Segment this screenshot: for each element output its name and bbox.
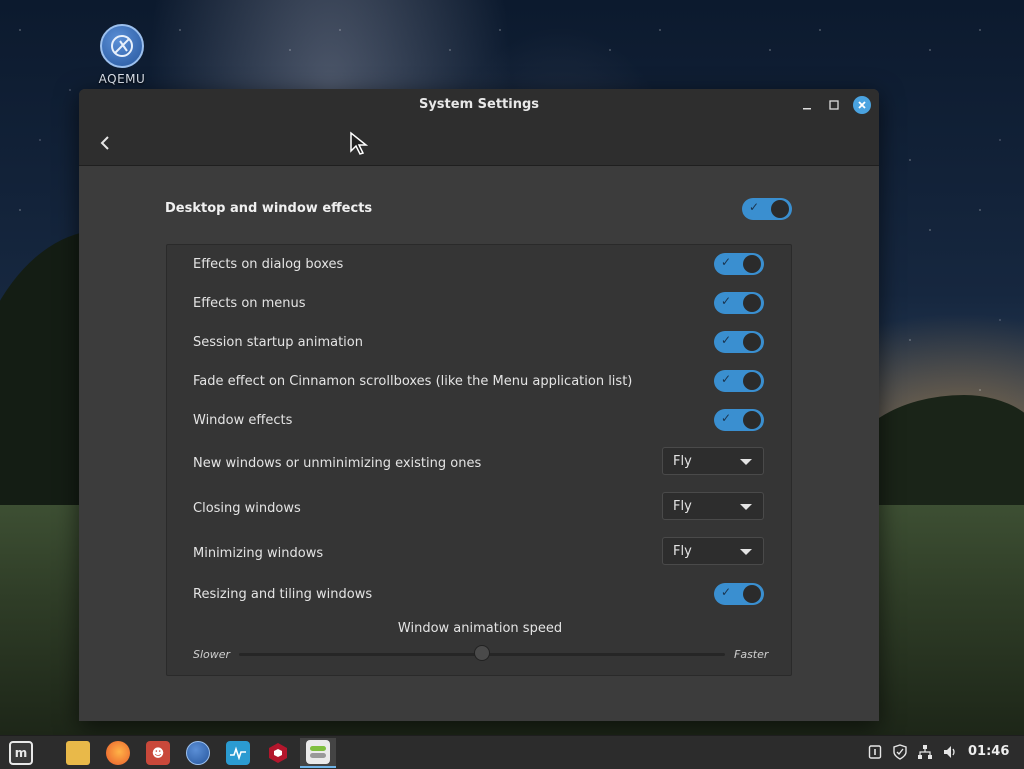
setting-label: Minimizing windows bbox=[193, 546, 324, 561]
back-button[interactable] bbox=[93, 131, 117, 155]
mouse-pointer-icon bbox=[350, 131, 369, 155]
close-icon bbox=[858, 101, 866, 109]
setting-label: Session startup animation bbox=[193, 335, 363, 350]
taskbar-app-firefox[interactable] bbox=[102, 738, 134, 768]
toggle-knob bbox=[743, 411, 761, 429]
toggle-knob bbox=[743, 585, 761, 603]
resize-tiling-toggle[interactable]: ✓ bbox=[714, 583, 764, 605]
chevron-left-icon bbox=[100, 136, 109, 150]
dropdown-arrow-icon bbox=[740, 549, 752, 555]
aqemu-icon bbox=[186, 741, 210, 765]
toggle-knob bbox=[743, 255, 761, 273]
taskbar: m ☻ 01:46 bbox=[0, 735, 1024, 769]
toggle-knob bbox=[771, 200, 789, 218]
minimize-button[interactable] bbox=[798, 96, 816, 114]
fade-scrollboxes-toggle[interactable]: ✓ bbox=[714, 370, 764, 392]
files-icon bbox=[66, 741, 90, 765]
slider-min-label: Slower bbox=[193, 648, 231, 661]
maximize-button[interactable] bbox=[825, 96, 843, 114]
setting-label: Window effects bbox=[193, 413, 293, 428]
taskbar-app-files[interactable] bbox=[62, 738, 94, 768]
setting-label: Effects on dialog boxes bbox=[193, 257, 344, 272]
check-icon: ✓ bbox=[721, 411, 732, 425]
headerbar bbox=[79, 121, 879, 166]
taskbar-app-gimp[interactable]: ☻ bbox=[142, 738, 174, 768]
minimize-icon bbox=[803, 108, 811, 110]
system-settings-window: System Settings Desktop and window effec… bbox=[79, 89, 879, 721]
startup-animation-toggle[interactable]: ✓ bbox=[714, 331, 764, 353]
taskbar-app-red-hexagon[interactable] bbox=[262, 738, 294, 768]
dropdown-value: Fly bbox=[673, 544, 692, 559]
system-monitor-icon bbox=[226, 741, 250, 765]
minimizing-windows-dropdown[interactable]: Fly bbox=[662, 537, 764, 565]
desktop-icon-aqemu[interactable]: AQEMU bbox=[92, 24, 152, 86]
setting-label: Resizing and tiling windows bbox=[193, 587, 373, 602]
desktop-effects-label: Desktop and window effects bbox=[165, 201, 373, 216]
volume-icon[interactable] bbox=[940, 742, 960, 762]
desktop-effects-toggle[interactable]: ✓ bbox=[742, 198, 792, 220]
toggle-knob bbox=[743, 294, 761, 312]
check-icon: ✓ bbox=[749, 200, 760, 214]
window-title: System Settings bbox=[418, 97, 540, 112]
setting-label: Closing windows bbox=[193, 501, 301, 516]
setting-label: Fade effect on Cinnamon scrollboxes (lik… bbox=[193, 374, 633, 389]
taskbar-app-menu[interactable]: m bbox=[5, 738, 37, 768]
taskbar-app-system-monitor[interactable] bbox=[222, 738, 254, 768]
toggle-knob bbox=[743, 333, 761, 351]
taskbar-app-system-settings[interactable] bbox=[300, 738, 336, 768]
dropdown-value: Fly bbox=[673, 454, 692, 469]
desktop-icon-label: AQEMU bbox=[98, 72, 146, 86]
slider-max-label: Faster bbox=[734, 648, 769, 661]
desktop-effects-row: Desktop and window effects ✓ bbox=[165, 195, 793, 223]
animation-speed-title: Window animation speed bbox=[397, 621, 563, 636]
system-settings-icon bbox=[306, 740, 330, 764]
taskbar-app-aqemu[interactable] bbox=[182, 738, 214, 768]
check-icon: ✓ bbox=[721, 585, 732, 599]
setting-label: New windows or unminimizing existing one… bbox=[193, 456, 482, 471]
toggle-knob bbox=[743, 372, 761, 390]
check-icon: ✓ bbox=[721, 255, 732, 269]
effects-settings-panel: Effects on dialog boxes ✓ Effects on men… bbox=[166, 244, 792, 676]
firefox-icon bbox=[106, 741, 130, 765]
closing-windows-dropdown[interactable]: Fly bbox=[662, 492, 764, 520]
slider-handle[interactable] bbox=[474, 645, 490, 661]
check-icon: ✓ bbox=[721, 372, 732, 386]
titlebar[interactable]: System Settings bbox=[79, 89, 879, 121]
window-effects-toggle[interactable]: ✓ bbox=[714, 409, 764, 431]
dropdown-arrow-icon bbox=[740, 459, 752, 465]
gimp-icon: ☻ bbox=[146, 741, 170, 765]
clock[interactable]: 01:46 bbox=[968, 744, 1009, 759]
app-red-hexagon-icon bbox=[266, 741, 290, 765]
new-windows-dropdown[interactable]: Fly bbox=[662, 447, 764, 475]
network-icon[interactable] bbox=[915, 742, 935, 762]
check-icon: ✓ bbox=[721, 333, 732, 347]
maximize-icon bbox=[829, 100, 839, 110]
check-icon: ✓ bbox=[721, 294, 732, 308]
dropdown-value: Fly bbox=[673, 499, 692, 514]
mint-menu-icon: m bbox=[9, 741, 33, 765]
update-manager-icon[interactable] bbox=[865, 742, 885, 762]
dropdown-arrow-icon bbox=[740, 504, 752, 510]
shield-icon[interactable] bbox=[890, 742, 910, 762]
aqemu-icon bbox=[100, 24, 144, 68]
menu-effects-toggle[interactable]: ✓ bbox=[714, 292, 764, 314]
setting-label: Effects on menus bbox=[193, 296, 306, 311]
close-button[interactable] bbox=[853, 96, 871, 114]
dialog-effects-toggle[interactable]: ✓ bbox=[714, 253, 764, 275]
